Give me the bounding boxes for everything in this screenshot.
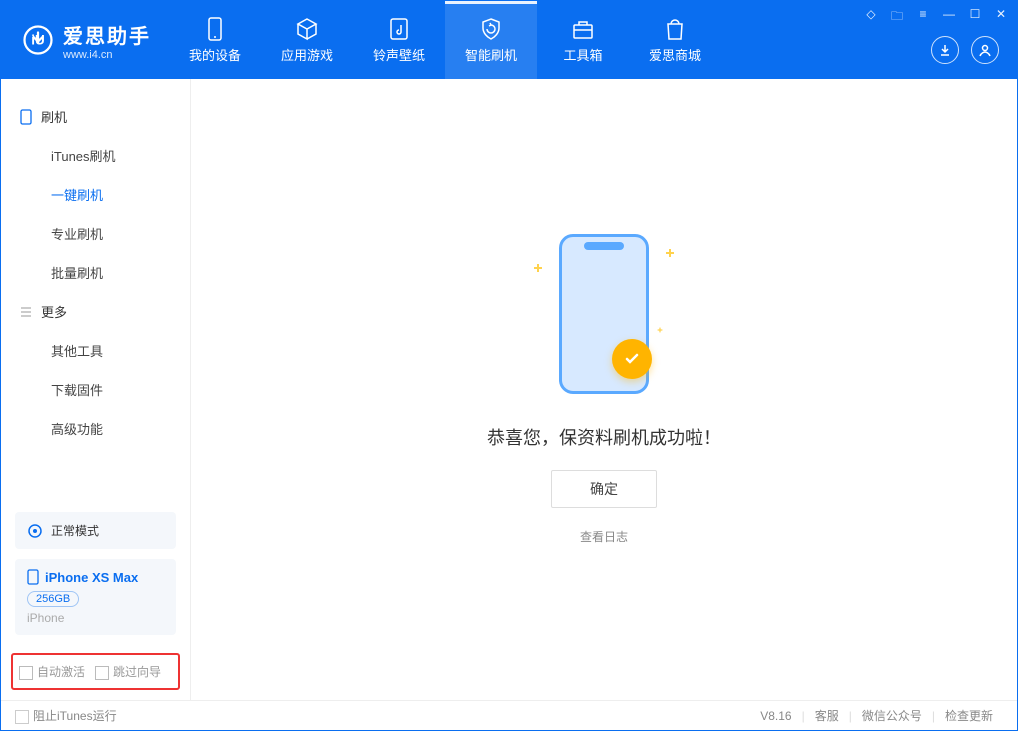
menu-icon[interactable]: ≡ xyxy=(915,7,931,28)
sidebar-item-pro-flash[interactable]: 专业刷机 xyxy=(1,214,190,253)
sidebar-section-more[interactable]: 更多 xyxy=(1,292,190,331)
nav-label: 我的设备 xyxy=(189,45,241,64)
nav-apps[interactable]: 应用游戏 xyxy=(261,1,353,79)
lock-icon[interactable]: 🗀 xyxy=(889,7,905,28)
nav-label: 爱思商城 xyxy=(649,45,701,64)
success-message: 恭喜您，保资料刷机成功啦！ xyxy=(487,424,721,450)
app-header: iU 爱思助手 www.i4.cn 我的设备 应用游戏 铃声壁纸 智能刷机 工具… xyxy=(1,1,1017,79)
options-highlight-box: 自动激活 跳过向导 xyxy=(11,653,180,690)
refresh-shield-icon xyxy=(479,17,503,41)
sidebar-item-batch-flash[interactable]: 批量刷机 xyxy=(1,253,190,292)
svg-text:iU: iU xyxy=(31,33,45,48)
nav-label: 工具箱 xyxy=(563,45,602,64)
device-capacity: 256GB xyxy=(27,591,79,607)
success-illustration xyxy=(534,234,674,404)
device-mode: 正常模式 xyxy=(51,522,99,539)
version-text: V8.16 xyxy=(760,709,801,723)
nav-label: 铃声壁纸 xyxy=(373,45,425,64)
statusbar: 阻止iTunes运行 V8.16 | 客服 | 微信公众号 | 检查更新 xyxy=(1,700,1017,730)
support-link[interactable]: 客服 xyxy=(805,707,849,724)
mode-icon xyxy=(27,523,43,539)
skip-guide-checkbox[interactable]: 跳过向导 xyxy=(95,663,161,680)
device-type: iPhone xyxy=(27,611,164,625)
sidebar: 刷机 iTunes刷机 一键刷机 专业刷机 批量刷机 更多 其他工具 下载固件 … xyxy=(1,79,191,700)
nav-toolbox[interactable]: 工具箱 xyxy=(537,1,629,79)
more-icon xyxy=(19,305,33,319)
toolbox-icon xyxy=(571,17,595,41)
app-logo: iU 爱思助手 www.i4.cn xyxy=(1,1,169,79)
sidebar-section-flash[interactable]: 刷机 xyxy=(1,97,190,136)
nav-flash[interactable]: 智能刷机 xyxy=(445,1,537,79)
bag-icon xyxy=(663,17,687,41)
close-button[interactable]: ✕ xyxy=(993,7,1009,28)
check-circle-icon xyxy=(612,339,652,379)
section-title: 刷机 xyxy=(41,107,67,126)
sparkle-icon xyxy=(534,264,542,272)
header-right: ◇ 🗀 ≡ — ☐ ✕ xyxy=(855,1,1017,70)
logo-icon: iU xyxy=(23,25,53,55)
main-content: 恭喜您，保资料刷机成功啦！ 确定 查看日志 xyxy=(191,79,1017,700)
auto-activate-checkbox[interactable]: 自动激活 xyxy=(19,663,85,680)
download-button[interactable] xyxy=(931,36,959,64)
sidebar-item-other-tools[interactable]: 其他工具 xyxy=(1,331,190,370)
music-file-icon xyxy=(387,17,411,41)
device-info-box[interactable]: iPhone XS Max 256GB iPhone xyxy=(15,559,176,635)
phone-small-icon xyxy=(19,109,33,125)
sparkle-icon xyxy=(666,249,674,257)
nav-store[interactable]: 爱思商城 xyxy=(629,1,721,79)
window-controls: ◇ 🗀 ≡ — ☐ ✕ xyxy=(863,7,1009,28)
device-phone-icon xyxy=(27,569,39,585)
sidebar-item-oneclick-flash[interactable]: 一键刷机 xyxy=(1,175,190,214)
phone-icon xyxy=(203,17,227,41)
view-log-link[interactable]: 查看日志 xyxy=(580,528,628,545)
minimize-button[interactable]: — xyxy=(941,7,957,28)
cube-icon xyxy=(295,17,319,41)
check-update-link[interactable]: 检查更新 xyxy=(935,707,1003,724)
device-mode-box[interactable]: 正常模式 xyxy=(15,512,176,549)
phone-illustration-icon xyxy=(559,234,649,394)
wechat-link[interactable]: 微信公众号 xyxy=(852,707,932,724)
nav-label: 应用游戏 xyxy=(281,45,333,64)
shirt-icon[interactable]: ◇ xyxy=(863,7,879,28)
maximize-button[interactable]: ☐ xyxy=(967,7,983,28)
nav-label: 智能刷机 xyxy=(465,45,517,64)
app-title: 爱思助手 xyxy=(63,20,151,49)
section-title: 更多 xyxy=(41,302,67,321)
nav-my-device[interactable]: 我的设备 xyxy=(169,1,261,79)
block-itunes-checkbox[interactable]: 阻止iTunes运行 xyxy=(15,707,117,724)
sparkle-icon xyxy=(658,328,663,333)
sidebar-item-advanced[interactable]: 高级功能 xyxy=(1,409,190,448)
main-nav: 我的设备 应用游戏 铃声壁纸 智能刷机 工具箱 爱思商城 xyxy=(169,1,721,79)
ok-button[interactable]: 确定 xyxy=(551,470,657,508)
user-button[interactable] xyxy=(971,36,999,64)
nav-ringtones[interactable]: 铃声壁纸 xyxy=(353,1,445,79)
app-body: 刷机 iTunes刷机 一键刷机 专业刷机 批量刷机 更多 其他工具 下载固件 … xyxy=(1,79,1017,700)
sidebar-item-download-firmware[interactable]: 下载固件 xyxy=(1,370,190,409)
device-name-text: iPhone XS Max xyxy=(45,570,138,585)
app-subtitle: www.i4.cn xyxy=(63,49,151,61)
sidebar-item-itunes-flash[interactable]: iTunes刷机 xyxy=(1,136,190,175)
